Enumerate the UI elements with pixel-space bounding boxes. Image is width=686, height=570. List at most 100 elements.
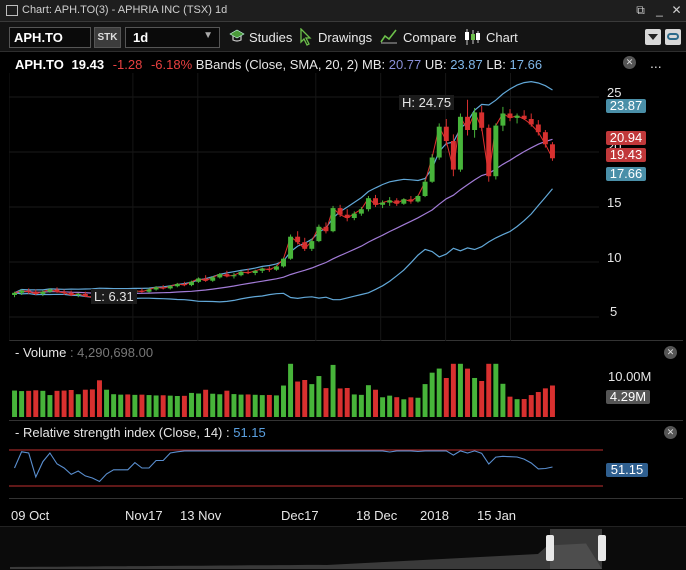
candle-body [394, 200, 400, 204]
volume-bar [153, 395, 159, 417]
volume-bar [167, 395, 173, 417]
time-axis: 09 Oct Nov17 13 Nov Dec17 18 Dec 2018 15… [0, 500, 686, 526]
candle-body [139, 290, 145, 292]
studies-icon [229, 29, 245, 42]
candle-body [54, 289, 60, 292]
volume-bar [465, 368, 471, 417]
volume-bar [259, 395, 265, 417]
rsi-close-icon[interactable]: ✕ [664, 426, 677, 439]
candle-body [295, 236, 301, 243]
legend-change-pct: -6.18% [150, 57, 193, 72]
volume-bar [373, 389, 378, 417]
candle-body [351, 213, 357, 218]
candle-body [465, 116, 471, 130]
studies-button[interactable]: Studies [249, 30, 292, 45]
legend-mb-label: MB: [361, 57, 386, 72]
candle-body [224, 274, 230, 277]
candle-body [181, 284, 187, 286]
candle-body [535, 124, 541, 133]
high-label: H: 24.75 [399, 95, 455, 110]
volume-bar [380, 397, 386, 417]
drawings-cursor-icon [300, 28, 312, 46]
volume-bar [26, 390, 32, 417]
volume-bar [33, 390, 39, 417]
chart-button[interactable]: Chart [486, 30, 518, 45]
volume-bar [450, 363, 456, 417]
candle-body [422, 181, 428, 196]
minimize-icon[interactable]: _ [652, 3, 667, 18]
candle-body [415, 196, 421, 202]
volume-bar [514, 399, 520, 417]
more-options-icon[interactable]: ... [650, 55, 662, 71]
legend-price: 19.43 [71, 57, 105, 72]
lower-band-line [14, 188, 553, 303]
volume-bar [12, 390, 18, 417]
candle-body [259, 268, 265, 271]
candle-body [302, 242, 308, 249]
candle-body [33, 291, 39, 294]
compare-icon [380, 29, 397, 44]
volume-bar [436, 368, 442, 417]
volume-bar [493, 363, 499, 417]
volume-close-icon[interactable]: ✕ [664, 346, 677, 359]
candle-body [549, 144, 555, 159]
candle-body [486, 127, 492, 177]
navigator-chart[interactable] [0, 527, 686, 570]
last-price-tag: 19.43 [606, 148, 646, 162]
candle-body [401, 199, 407, 204]
volume-label: Volume [22, 345, 67, 360]
navigator-left-handle[interactable] [546, 535, 554, 561]
candle-body [288, 236, 294, 259]
volume-bar [457, 363, 463, 417]
popout-icon[interactable]: ⧉ [633, 3, 648, 18]
remove-study-close-icon[interactable]: ✕ [623, 56, 636, 69]
chart-legend: APH.TO 19.43 -1.28 -6.18% BBands (Close,… [15, 57, 542, 72]
menu-dropdown-icon[interactable] [645, 29, 661, 45]
volume-bar [196, 393, 202, 417]
volume-bar [288, 363, 294, 417]
volume-bar [443, 378, 449, 417]
compare-button[interactable]: Compare [403, 30, 456, 45]
candle-body [408, 199, 414, 202]
price-panel[interactable]: APH.TO 19.43 -1.28 -6.18% BBands (Close,… [9, 53, 683, 341]
range-navigator[interactable] [0, 526, 686, 570]
drawings-button[interactable]: Drawings [318, 30, 372, 45]
candle-body [238, 271, 244, 276]
candle-body [19, 290, 25, 293]
symbol-input[interactable]: APH.TO [9, 27, 91, 48]
legend-study: BBands (Close, SMA, 20, 2) [195, 57, 359, 72]
volume-bar [281, 385, 286, 417]
sec-type-button[interactable]: STK [94, 27, 121, 48]
rsi-panel[interactable]: - Relative strength index (Close, 14) : … [9, 423, 683, 499]
volume-separator: : [66, 345, 78, 360]
candle-body [514, 115, 520, 118]
volume-bar [61, 390, 67, 417]
date-label-nov17: Nov17 [125, 508, 163, 523]
candle-body [266, 268, 272, 270]
volume-bar [203, 389, 209, 417]
volume-bar [224, 390, 230, 417]
mb-price-tag: 20.94 [606, 131, 646, 145]
volume-tag: 4.29M [606, 390, 650, 404]
candle-body [12, 292, 18, 295]
candle-body [365, 198, 371, 210]
navigator-window[interactable] [550, 529, 602, 569]
volume-bar [139, 394, 145, 417]
volume-bar [189, 392, 194, 417]
volume-bar [549, 385, 555, 417]
date-label-13-nov: 13 Nov [180, 508, 222, 523]
volume-bar [387, 395, 393, 417]
legend-symbol: APH.TO [15, 57, 64, 72]
window-logo-icon [6, 5, 18, 16]
candle-body [358, 209, 364, 214]
volume-bar [415, 397, 421, 417]
close-icon[interactable]: ✕ [669, 3, 684, 18]
volume-panel[interactable]: - Volume : 4,290,698.00 ✕ 10.00M 4.29M [9, 343, 683, 421]
rsi-label: Relative strength index (Close, 14) [22, 425, 223, 440]
navigator-right-handle[interactable] [598, 535, 606, 561]
link-icon[interactable] [665, 29, 681, 45]
candle-body [323, 226, 329, 232]
legend-lb-value: 17.66 [509, 57, 543, 72]
volume-bar [273, 395, 279, 417]
interval-select[interactable]: 1d ▼ [125, 27, 220, 48]
